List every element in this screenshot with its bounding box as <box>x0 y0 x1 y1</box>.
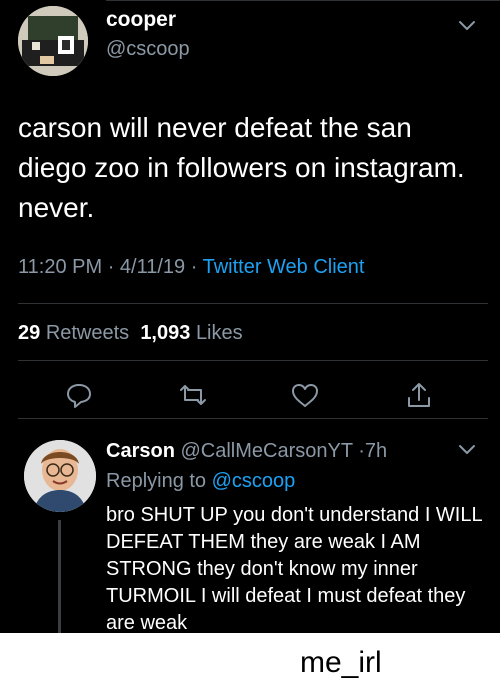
chevron-down-icon[interactable] <box>456 14 478 36</box>
separator-dot: · <box>190 256 203 278</box>
tweet-date: 4/11/19 <box>119 256 186 278</box>
divider <box>18 418 488 419</box>
tweet-meta: 11:20 PM · 4/11/19 · Twitter Web Client <box>18 256 364 279</box>
retweet-label[interactable]: Retweets <box>46 322 129 344</box>
replying-to-mention[interactable]: @cscoop <box>212 470 296 492</box>
avatar[interactable] <box>18 6 88 76</box>
separator-dot: · <box>358 440 365 462</box>
avatar[interactable] <box>24 440 96 512</box>
reply-header: Carson @CallMeCarsonYT ·7h <box>106 440 387 463</box>
tweet-source-link[interactable]: Twitter Web Client <box>203 256 365 278</box>
reply-icon[interactable] <box>64 380 94 410</box>
tweet-text: carson will never defeat the san diego z… <box>18 112 465 223</box>
like-icon[interactable] <box>290 380 320 410</box>
tweet-stats: 29 Retweets 1,093 Likes <box>18 322 243 345</box>
reply-author-handle[interactable]: @CallMeCarsonYT <box>180 440 352 462</box>
divider <box>18 360 488 361</box>
like-count[interactable]: 1,093 <box>140 322 190 344</box>
like-label[interactable]: Likes <box>196 322 243 344</box>
retweet-count[interactable]: 29 <box>18 322 40 344</box>
reply-author-name[interactable]: Carson <box>106 440 175 462</box>
chevron-down-icon[interactable] <box>456 438 478 460</box>
replying-to-label: Replying to <box>106 470 207 492</box>
reply-text: bro SHUT UP you don't understand I WILL … <box>106 504 482 633</box>
avatar-image <box>24 440 96 512</box>
divider <box>18 303 488 304</box>
reply-age: 7h <box>364 440 388 462</box>
tweet-screenshot: cooper @cscoop carson will never defeat … <box>0 0 500 633</box>
caption: me_irl <box>300 646 382 679</box>
author-name[interactable]: cooper <box>106 8 176 32</box>
divider <box>106 0 500 1</box>
avatar-image <box>18 6 88 76</box>
separator-dot: · <box>107 256 120 278</box>
tweet-time: 11:20 PM <box>18 256 103 278</box>
replying-to: Replying to @cscoop <box>106 470 295 493</box>
retweet-icon[interactable] <box>178 380 208 410</box>
author-handle[interactable]: @cscoop <box>106 38 190 61</box>
thread-line <box>58 520 61 633</box>
share-icon[interactable] <box>404 380 434 410</box>
